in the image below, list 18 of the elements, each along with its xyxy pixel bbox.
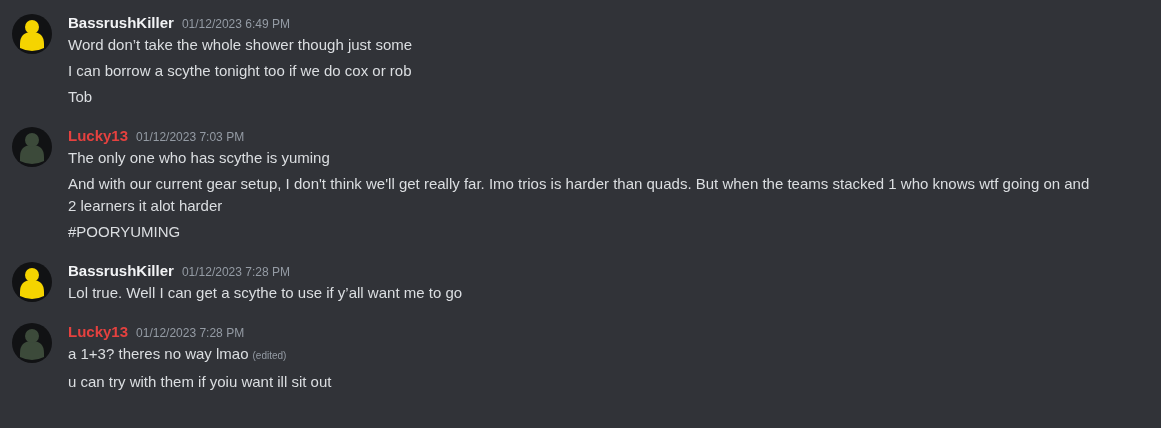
message-text: u can try with them if yoiu want ill sit out xyxy=(68,373,332,390)
author-name[interactable]: BassrushKiller xyxy=(68,12,174,35)
timestamp: 01/12/2023 7:03 PM xyxy=(136,129,245,146)
avatar[interactable] xyxy=(12,14,52,54)
avatar[interactable] xyxy=(12,262,52,302)
author-name[interactable]: BassrushKiller xyxy=(68,260,174,283)
timestamp: 01/12/2023 6:49 PM xyxy=(181,16,290,33)
message-text: #POORYUMING xyxy=(68,223,181,240)
timestamp: 01/12/2023 7:28 PM xyxy=(136,325,245,342)
message-text: And with our current gear setup, I don't think we'll get really far. Imo trios is harder than quads. But when the teams stacked 1 who knows wtf going on and 2 learners it alot harder xyxy=(68,175,1090,214)
message-text: I can borrow a scythe tonight too if we do cox or rob xyxy=(68,62,412,79)
timestamp: 01/12/2023 7:28 PM xyxy=(181,264,290,281)
message-text: Lol true. Well I can get a scythe to use if y’all want me to go xyxy=(68,284,463,301)
message-text: a 1+3? theres no way lmao xyxy=(68,345,249,362)
message-text: Word don’t take the whole shower though just some xyxy=(68,36,413,53)
edited-label: (edited) xyxy=(252,350,287,361)
message-text: Tob xyxy=(68,88,93,105)
message-text: The only one who has scythe is yuming xyxy=(68,149,330,166)
